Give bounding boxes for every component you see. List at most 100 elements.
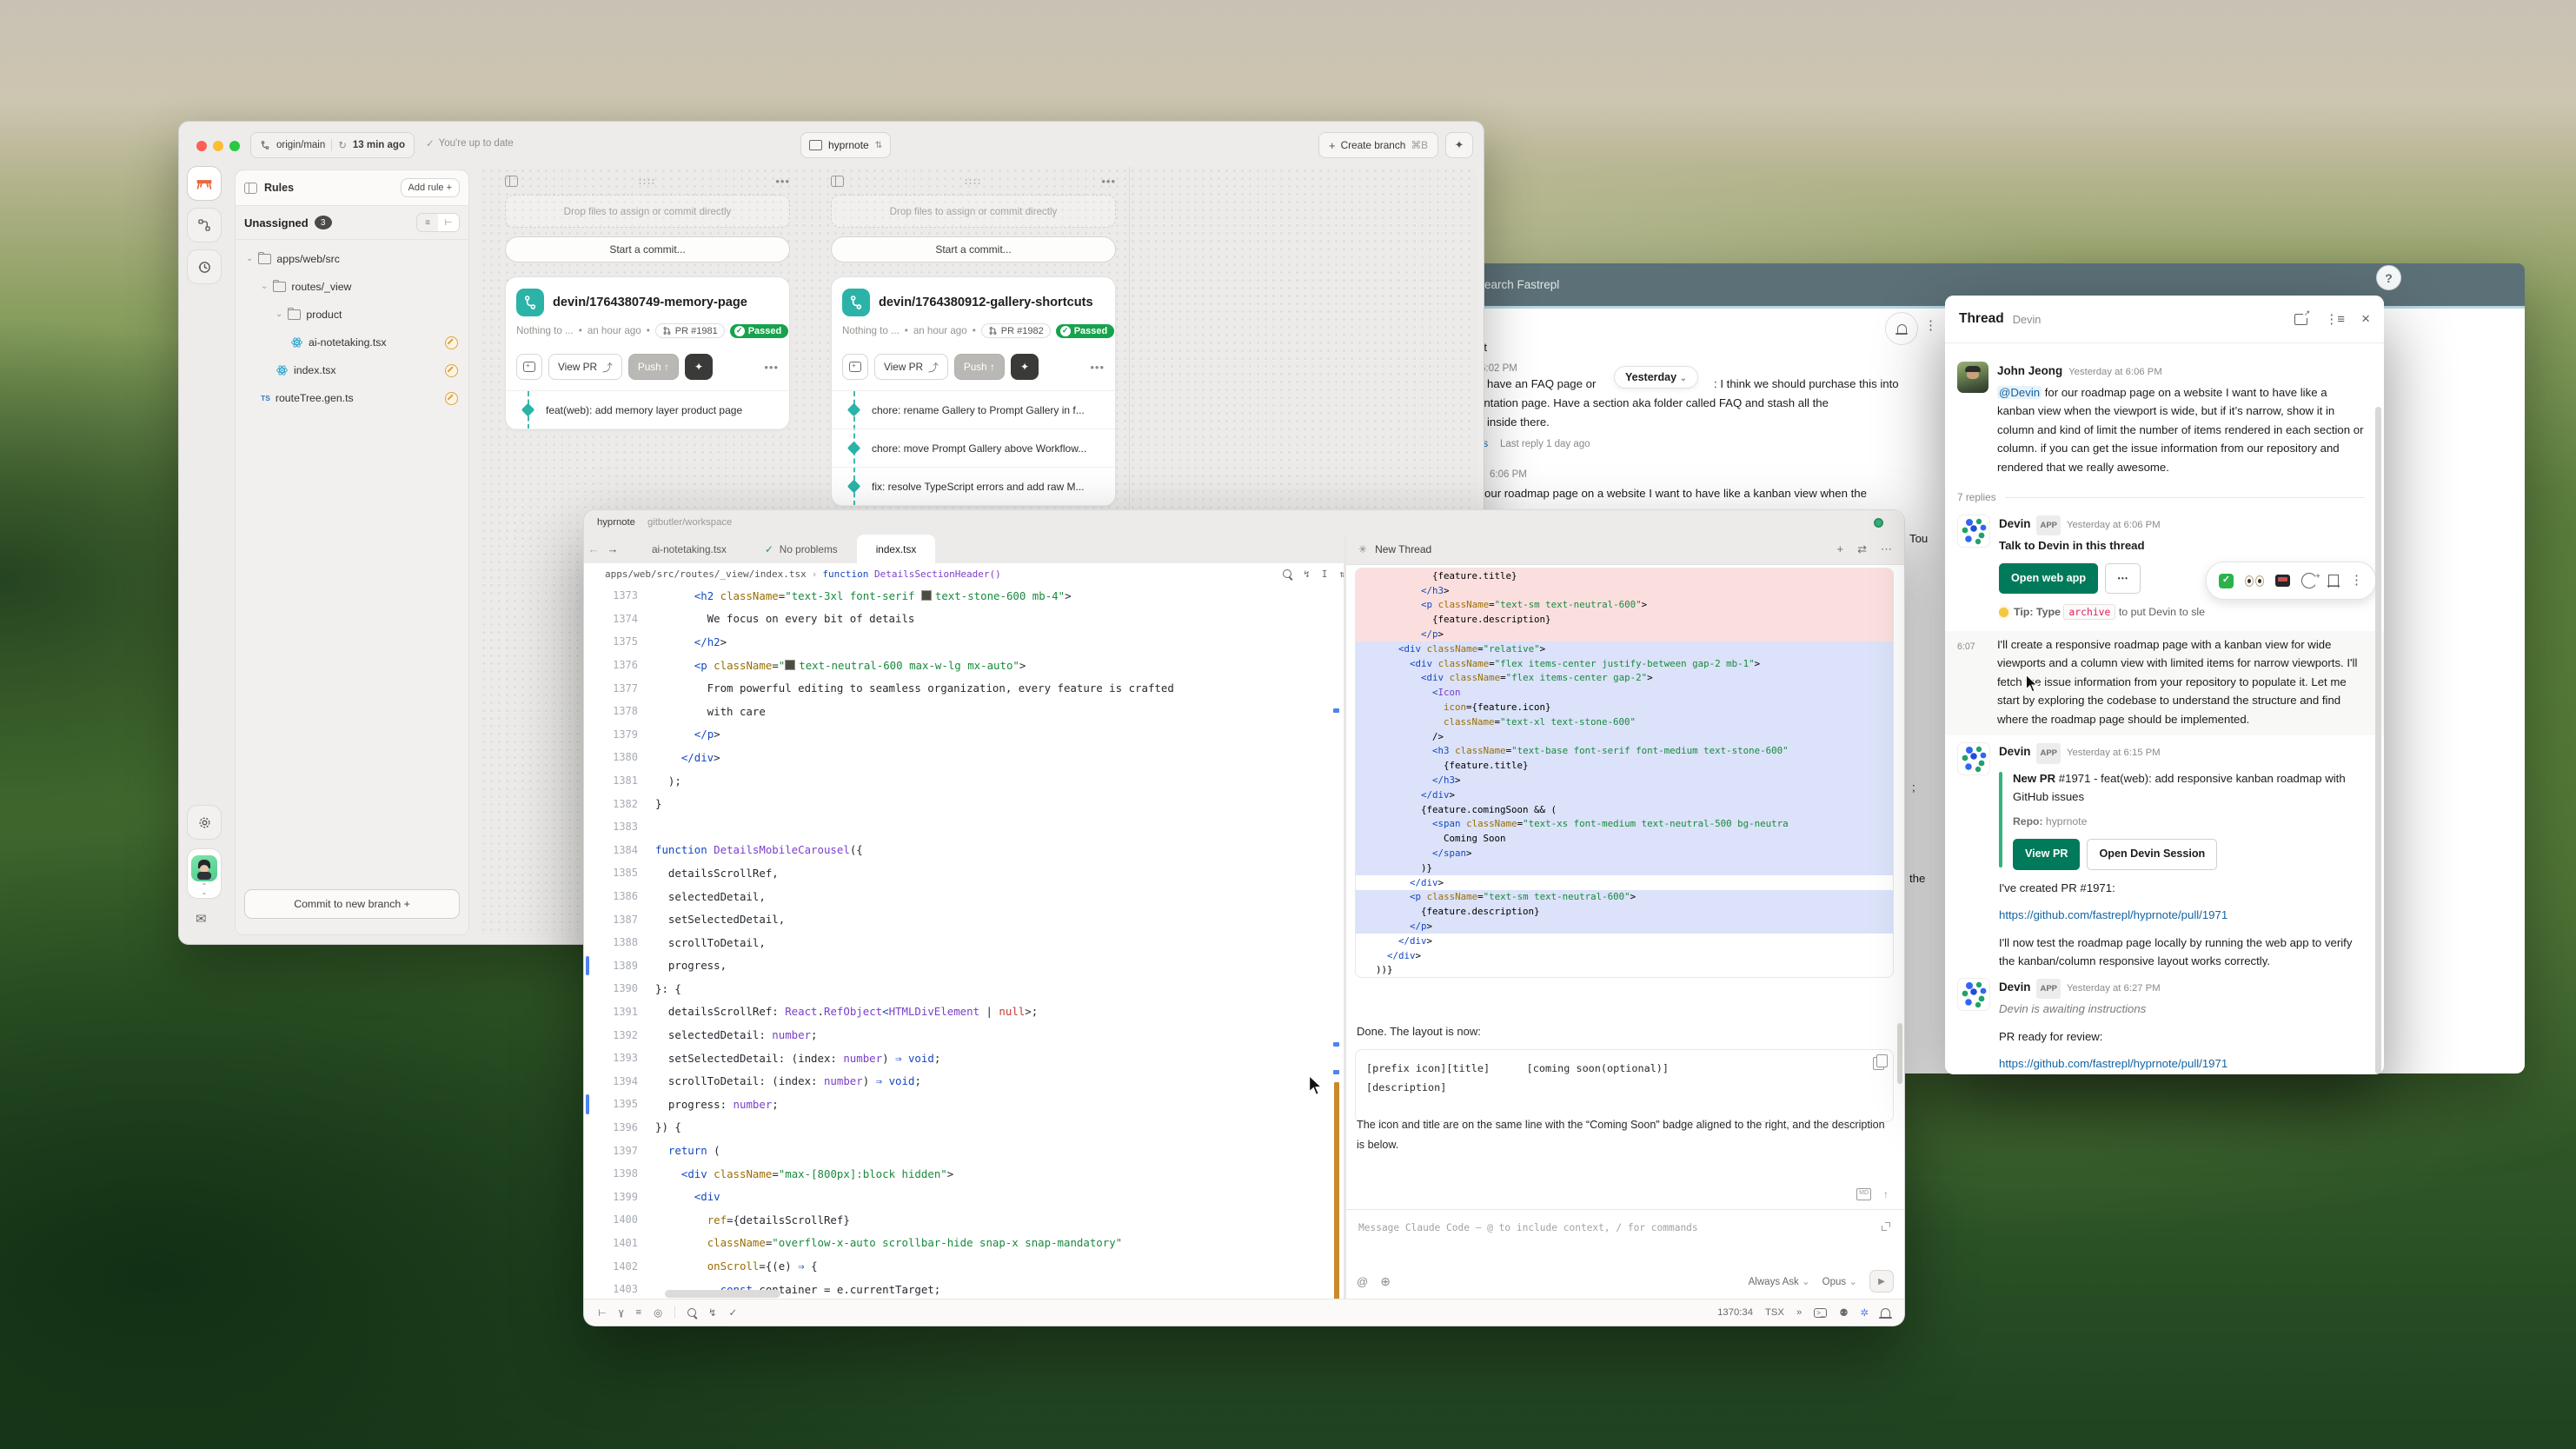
rail-branches-button[interactable] <box>187 208 222 243</box>
new-thread-icon[interactable]: + <box>1837 542 1844 556</box>
assign-button[interactable]: + <box>842 354 868 380</box>
commit-row[interactable]: fix: resolve TypeScript errors and add r… <box>832 468 1115 506</box>
create-branch-button[interactable]: +Create branch⌘B <box>1318 132 1438 158</box>
thread-message[interactable]: DevinAPPYesterday at 6:27 PMDevin is awa… <box>1957 978 2365 1075</box>
search-icon[interactable] <box>1283 569 1291 578</box>
tab-index-tsx[interactable]: index.tsx <box>857 535 936 563</box>
lane-menu-icon[interactable]: ••• <box>1101 175 1116 188</box>
layout-icon[interactable]: ⊢ <box>598 1307 607 1319</box>
open-in-window-icon[interactable] <box>2294 314 2307 325</box>
horizontal-scrollbar[interactable] <box>665 1290 780 1298</box>
more-icon[interactable]: ⋯ <box>1881 542 1892 556</box>
ai-commit-button[interactable]: ✦ <box>685 354 713 380</box>
help-icon[interactable]: ? <box>2376 265 2401 290</box>
editor-titlebar[interactable]: hyprnote gitbutler/workspace <box>584 510 1904 535</box>
code-line-1374[interactable]: 1374 We focus on every bit of details <box>584 608 1344 631</box>
open-devin-session-button[interactable]: Open Devin Session <box>2087 839 2217 870</box>
push-button[interactable]: Push ↑ <box>954 354 1005 380</box>
start-commit-button[interactable]: Start a commit... <box>831 236 1116 263</box>
tree-item-routes/_view[interactable]: ⌄routes/_view <box>236 273 468 301</box>
more-actions-icon[interactable]: ⋮ <box>2350 571 2363 590</box>
outline-icon[interactable]: ≡ <box>636 1307 642 1318</box>
commit-row[interactable]: chore: rename Gallery to Prompt Gallery … <box>832 391 1115 429</box>
code-line-1394[interactable]: 1394 scrollToDetail: (index: number) ⇒ v… <box>584 1069 1344 1093</box>
code-line-1401[interactable]: 1401 className="overflow-x-auto scrollba… <box>584 1232 1344 1255</box>
filter-icon[interactable]: ⋮≡ <box>2325 311 2344 327</box>
bell-icon[interactable] <box>1885 312 1918 345</box>
check-icon[interactable]: ✓ <box>728 1307 736 1319</box>
code-line-1389[interactable]: 1389 progress, <box>584 954 1344 978</box>
code-line-1378[interactable]: 1378 with care <box>584 700 1344 723</box>
code-line-1399[interactable]: 1399 <div <box>584 1185 1344 1208</box>
view-pr-button[interactable]: View PR <box>2013 839 2080 870</box>
cursor-position[interactable]: 1370:34 <box>1717 1307 1753 1318</box>
context-icon[interactable]: ⊕ <box>1380 1274 1391 1289</box>
thread-message[interactable]: DevinAPPYesterday at 6:15 PMNew PR #1971… <box>1957 742 2365 971</box>
markdown-file-icon[interactable]: MD <box>1856 1188 1871 1200</box>
bug-icon[interactable]: ⚉ <box>1839 1307 1848 1319</box>
tab-ai-notetaking[interactable]: ai-notetaking.tsx <box>633 535 746 563</box>
code-line-1384[interactable]: 1384function DetailsMobileCarousel({ <box>584 839 1344 862</box>
code-line-1376[interactable]: 1376 <p className="text-neutral-600 max-… <box>584 654 1344 677</box>
eyes-reaction-icon[interactable] <box>2245 575 2264 587</box>
bell-icon[interactable] <box>1881 1308 1890 1317</box>
code-line-1396[interactable]: 1396}) { <box>584 1116 1344 1140</box>
code-line-1388[interactable]: 1388 scrollToDetail, <box>584 931 1344 954</box>
ai-commit-button[interactable]: ✦ <box>1011 354 1039 380</box>
branch-card[interactable]: devin/1764380912-gallery-shortcutsNothin… <box>831 276 1116 507</box>
drop-zone[interactable]: Drop files to assign or commit directly <box>831 195 1116 228</box>
zoom-button[interactable] <box>229 141 240 151</box>
thread-scrollbar[interactable] <box>2375 407 2381 1074</box>
thread-message[interactable]: 6:07I'll create a responsive roadmap pag… <box>1945 631 2384 736</box>
collapse-lane-icon[interactable] <box>505 176 518 187</box>
mention[interactable]: @Devin <box>1997 386 2042 399</box>
push-button[interactable]: Push ↑ <box>628 354 679 380</box>
tree-item-index.tsx[interactable]: index.tsx <box>236 356 468 384</box>
add-rule-button[interactable]: Add rule + <box>401 178 460 197</box>
pr-pill[interactable]: PR #1981 <box>655 323 725 338</box>
assistant-scrollbar[interactable] <box>1897 1023 1902 1084</box>
pr-attachment[interactable]: New PR #1971 - feat(web): add responsive… <box>1999 769 2365 870</box>
feedback-icon[interactable]: ✉ <box>196 911 207 927</box>
card-menu-icon[interactable]: ••• <box>1090 361 1105 374</box>
lane-menu-icon[interactable]: ••• <box>775 175 790 188</box>
drop-zone[interactable]: Drop files to assign or commit directly <box>505 195 790 228</box>
code-line-1397[interactable]: 1397 return ( <box>584 1139 1344 1162</box>
branch-card[interactable]: devin/1764380749-memory-pageNothing to .… <box>505 276 790 430</box>
back-icon[interactable]: ← <box>584 542 603 555</box>
start-commit-button[interactable]: Start a commit... <box>505 236 790 263</box>
check-reaction-icon[interactable]: ✓ <box>2219 574 2234 588</box>
sparkle-icon[interactable]: ✲ <box>1861 1307 1869 1319</box>
code-line-1393[interactable]: 1393 setSelectedDetail: (index: number) … <box>584 1047 1344 1070</box>
scroll-top-icon[interactable]: ↑ <box>1883 1188 1889 1200</box>
permission-select[interactable]: Always Ask ⌄ <box>1749 1275 1810 1287</box>
devin-avatar[interactable] <box>1957 742 1990 775</box>
commit-to-new-branch-button[interactable]: Commit to new branch + <box>244 889 460 919</box>
at-icon[interactable]: @ <box>1357 1275 1368 1288</box>
pr-link[interactable]: https://github.com/fastrepl/hyprnote/pul… <box>1999 1057 2227 1070</box>
collapse-lane-icon[interactable] <box>831 176 844 187</box>
rail-workspace-button[interactable] <box>187 166 222 201</box>
rail-settings-button[interactable] <box>187 805 222 840</box>
code-line-1391[interactable]: 1391 detailsScrollRef: React.RefObject<H… <box>584 1000 1344 1024</box>
commit-row[interactable]: feat(web): add memory layer product page <box>506 391 789 429</box>
view-pr-button[interactable]: View PR ⤴ <box>548 354 622 380</box>
tab-no-problems[interactable]: ✓No problems <box>746 535 857 563</box>
rail-account-button[interactable]: ⌃⌄ <box>187 848 222 899</box>
code-editor[interactable]: 1373 <h2 className="text-3xl font-serif … <box>584 584 1344 1299</box>
search-icon[interactable] <box>687 1308 696 1317</box>
code-line-1400[interactable]: 1400 ref={detailsScrollRef} <box>584 1208 1344 1232</box>
expand-icon[interactable] <box>1882 1222 1890 1231</box>
close-button[interactable] <box>196 141 207 151</box>
thread-message[interactable]: John JeongYesterday at 6:06 PM@Devin for… <box>1957 362 2365 476</box>
message-actions-toolbar[interactable]: ✓⋮ <box>2206 562 2376 600</box>
open-web-app-button[interactable]: Open web app <box>1999 563 2098 595</box>
bookmark-icon[interactable] <box>2328 575 2339 588</box>
view-toggle[interactable]: ≡⊢ <box>416 213 460 232</box>
code-line-1395[interactable]: 1395 progress: number; <box>584 1093 1344 1116</box>
devin-avatar[interactable] <box>1957 978 1990 1011</box>
avatar[interactable] <box>1957 362 1988 393</box>
code-line-1402[interactable]: 1402 onScroll={(e) ⇒ { <box>584 1254 1344 1278</box>
composer[interactable]: Message Claude Code — @ to include conte… <box>1346 1209 1904 1299</box>
pr-link[interactable]: https://github.com/fastrepl/hyprnote/pul… <box>1999 908 2227 921</box>
